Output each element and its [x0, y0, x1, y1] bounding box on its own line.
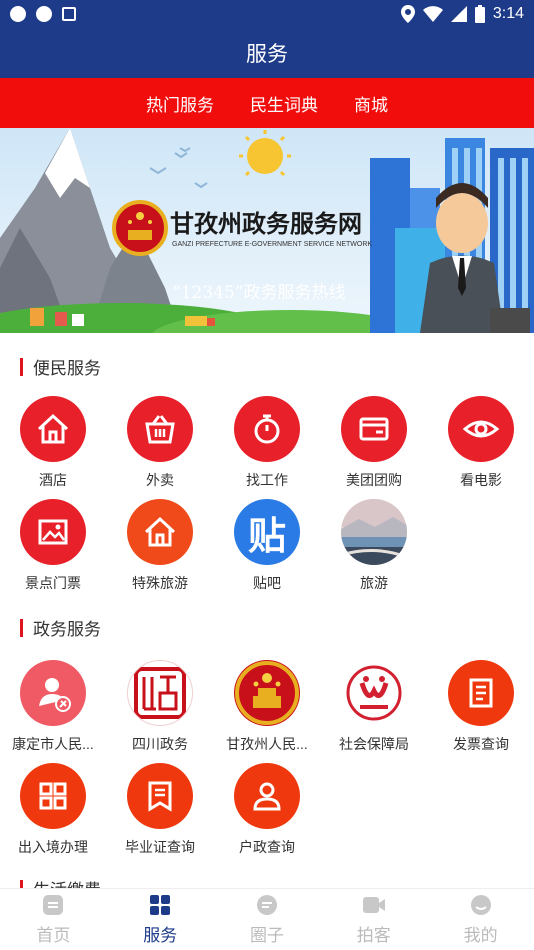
service-special-tour[interactable]: 特殊旅游 — [107, 499, 213, 593]
eye-icon — [448, 396, 514, 462]
service-tieba[interactable]: 贴 贴吧 — [214, 499, 320, 593]
section-marker — [20, 618, 23, 637]
service-label: 发票查询 — [453, 736, 509, 752]
service-label: 酒店 — [39, 472, 67, 488]
service-label: 毕业证查询 — [125, 839, 195, 855]
service-label: 特殊旅游 — [132, 575, 188, 591]
section-label: 政务服务 — [33, 620, 101, 639]
status-bar: 3:14 — [0, 0, 534, 28]
video-icon — [362, 897, 385, 913]
wifi-icon — [422, 6, 443, 22]
home-doc-icon — [43, 895, 64, 915]
service-ganzi-gov[interactable]: 甘孜州人民... — [214, 660, 320, 754]
nav-label: 服务 — [143, 926, 178, 945]
nav-label: 首页 — [36, 926, 71, 945]
service-label: 社会保障局 — [339, 736, 409, 752]
home-icon — [127, 499, 193, 565]
banner-title: 甘孜州政务服务网 — [170, 209, 362, 238]
nav-paike[interactable]: 拍客 — [320, 889, 427, 950]
party-user-icon — [20, 660, 86, 726]
service-label: 康定市人民... — [12, 736, 94, 752]
nav-circle[interactable]: 圈子 — [214, 889, 321, 950]
tab-mall[interactable]: 商城 — [354, 91, 388, 116]
service-takeaway[interactable]: 外卖 — [107, 396, 213, 490]
service-label: 景点门票 — [25, 575, 81, 591]
service-diploma-query[interactable]: 毕业证查询 — [107, 763, 213, 857]
service-sichuan-gov[interactable]: 四川政务 — [107, 660, 213, 754]
seal-icon — [127, 660, 193, 726]
grid-icon — [20, 763, 86, 829]
nav-home[interactable]: 首页 — [0, 889, 107, 950]
card-icon — [341, 396, 407, 462]
service-label: 旅游 — [360, 575, 388, 591]
certificate-icon — [127, 763, 193, 829]
service-find-job[interactable]: 找工作 — [214, 396, 320, 490]
service-attraction-tickets[interactable]: 景点门票 — [0, 499, 106, 593]
service-label: 看电影 — [460, 472, 502, 488]
nav-mine[interactable]: 我的 — [427, 889, 534, 950]
record-icon — [36, 6, 52, 22]
top-tabs: 热门服务 民生词典 商城 — [0, 78, 534, 128]
tieba-glyph: 贴 — [247, 513, 286, 558]
banner-illustration: 甘孜州政务服务网 GANZI PREFECTURE E-GOVERNMENT S… — [0, 128, 534, 333]
profile-icon — [470, 895, 491, 915]
service-kangding-gov[interactable]: 康定市人民... — [0, 660, 106, 754]
basket-icon — [127, 396, 193, 462]
service-label: 美团团购 — [346, 472, 402, 488]
banner-subtitle: GANZI PREFECTURE E-GOVERNMENT SERVICE NE… — [172, 241, 372, 248]
home-icon — [20, 396, 86, 462]
service-label: 外卖 — [146, 472, 174, 488]
section-title-convenience: 便民服务 — [20, 354, 101, 379]
chat-icon — [256, 895, 277, 915]
service-invoice-query[interactable]: 发票查询 — [428, 660, 534, 754]
service-social-security[interactable]: 社会保障局 — [321, 660, 427, 754]
signal-icon — [450, 6, 467, 22]
person-icon — [234, 763, 300, 829]
service-label: 贴吧 — [253, 575, 281, 591]
apps-icon — [150, 895, 171, 915]
section-label: 便民服务 — [33, 359, 101, 378]
image-icon — [20, 499, 86, 565]
banner-hotline: “12345”政务服务热线 — [172, 283, 345, 303]
emblem-icon — [234, 660, 300, 726]
page-title: 服务 — [0, 28, 534, 78]
social-security-logo — [341, 660, 407, 726]
tab-hot-services[interactable]: 热门服务 — [146, 91, 214, 116]
landscape-photo — [341, 499, 407, 565]
document-icon — [448, 660, 514, 726]
battery-icon — [474, 5, 485, 23]
nav-label: 我的 — [463, 926, 498, 945]
service-label: 户政查询 — [239, 839, 295, 855]
section-title-government: 政务服务 — [20, 615, 101, 640]
nav-services[interactable]: 服务 — [107, 889, 214, 950]
location-icon — [400, 5, 415, 23]
service-meituan[interactable]: 美团团购 — [321, 396, 427, 490]
service-label: 甘孜州人民... — [226, 736, 308, 752]
service-household-query[interactable]: 户政查询 — [214, 763, 320, 857]
stopwatch-icon — [234, 396, 300, 462]
service-travel[interactable]: 旅游 — [321, 499, 427, 593]
notification-icon — [10, 6, 26, 22]
service-label: 四川政务 — [132, 736, 188, 752]
service-movie[interactable]: 看电影 — [428, 396, 534, 490]
banner[interactable]: 甘孜州政务服务网 GANZI PREFECTURE E-GOVERNMENT S… — [0, 128, 534, 333]
section-marker — [20, 357, 23, 376]
nav-label: 圈子 — [249, 926, 284, 945]
app-notification-icon — [62, 7, 76, 21]
tieba-icon: 贴 — [234, 499, 300, 565]
service-label: 找工作 — [246, 472, 288, 488]
service-label: 出入境办理 — [18, 839, 88, 855]
tab-livelihood-dictionary[interactable]: 民生词典 — [250, 91, 318, 116]
bottom-nav: 首页 服务 圈子 拍客 我的 — [0, 888, 534, 950]
clock: 3:14 — [492, 5, 524, 22]
nav-label: 拍客 — [356, 926, 391, 945]
service-exit-entry[interactable]: 出入境办理 — [0, 763, 106, 857]
service-hotel[interactable]: 酒店 — [0, 396, 106, 490]
